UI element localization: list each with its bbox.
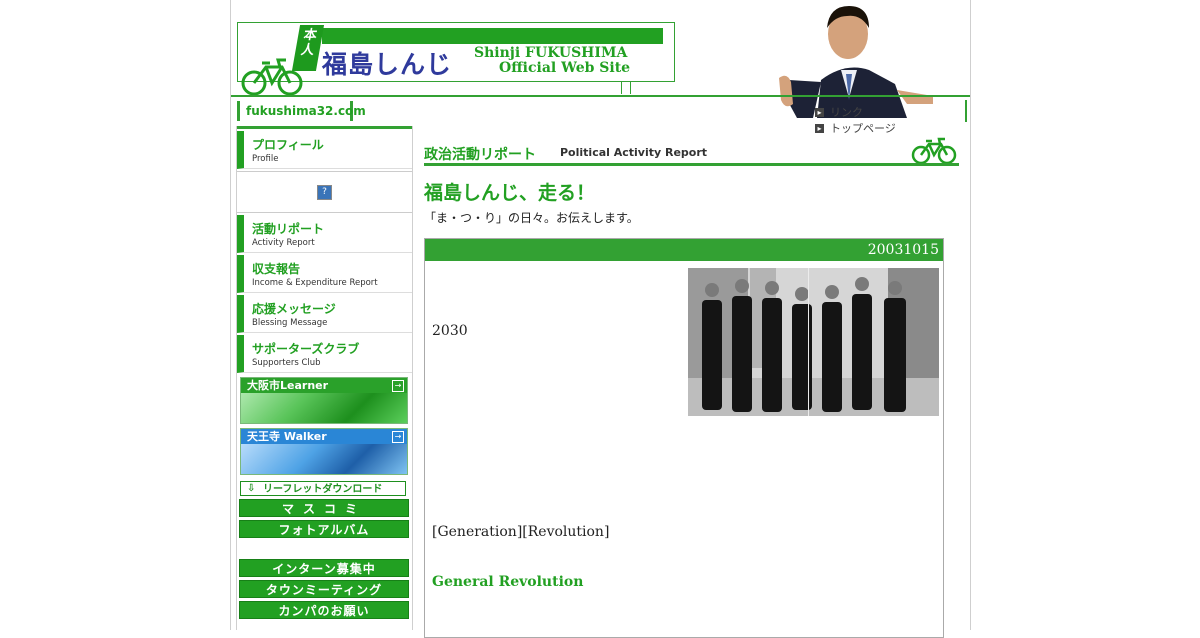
leaflet-download-button[interactable]: ⇩ リーフレットダウンロード	[240, 481, 406, 496]
town-meeting-button[interactable]: タウンミーティング	[239, 580, 409, 598]
download-icon: ⇩	[247, 483, 256, 494]
banner-label: 大阪市Learner	[241, 378, 407, 393]
report-subheading: General Revolution	[432, 574, 584, 590]
page-lead: 「ま・つ・り」の日々。お伝えします。	[424, 211, 639, 225]
intern-button[interactable]: インターン募集中	[239, 559, 409, 577]
banner-tennoji-walker[interactable]: 天王寺 Walker →	[240, 428, 408, 475]
sidebar-item-label: プロフィール	[252, 138, 324, 152]
sidebar: プロフィール Profile ? 活動リポート Activity Report …	[236, 126, 413, 630]
bicycle-icon	[241, 58, 303, 96]
sidebar-item-label: 活動リポート	[252, 222, 325, 236]
banner-osaka-learner[interactable]: 大阪市Learner →	[240, 377, 408, 424]
section-title-en: Political Activity Report	[560, 146, 708, 159]
page-title: 福島しんじ、走る！	[424, 182, 596, 204]
report-tags: [Generation][Revolution]	[432, 524, 610, 540]
arrow-right-icon: →	[392, 431, 404, 443]
sidebar-item-activity-report[interactable]: 活動リポート Activity Report	[237, 215, 412, 253]
bicycle-icon	[911, 137, 957, 165]
sidebar-item-sublabel: Profile	[252, 154, 279, 164]
report-date: 20031015	[425, 239, 943, 261]
report-entry: 20031015 2030 [Generation][Revolution] G…	[424, 238, 944, 638]
section-header: 政治活動リポート Political Activity Report	[424, 126, 964, 166]
sidebar-item-sublabel: Supporters Club	[252, 358, 321, 368]
sidebar-placeholder: ?	[237, 171, 412, 213]
sidebar-top-rule	[237, 126, 412, 129]
link-links[interactable]: ▸ リンク	[815, 104, 863, 120]
section-title-jp: 政治活動リポート	[424, 147, 536, 163]
sidebar-item-messages[interactable]: 応援メッセージ Blessing Message	[237, 295, 412, 333]
header-rule	[231, 95, 970, 97]
sidebar-item-sublabel: Income & Expenditure Report	[252, 278, 378, 288]
main-content: 政治活動リポート Political Activity Report 福島しんじ…	[424, 126, 964, 638]
arrow-right-icon: →	[392, 380, 404, 392]
sidebar-item-supporters-club[interactable]: サポーターズクラブ Supporters Club	[237, 335, 412, 373]
site-name-jp: 福島しんじ	[322, 50, 453, 79]
link-links-label: リンク	[830, 106, 863, 119]
domain-label: fukushima32.com	[237, 101, 366, 121]
donation-button[interactable]: カンパのお願い	[239, 601, 409, 619]
media-button[interactable]: マスコミ	[239, 499, 409, 517]
sidebar-item-sublabel: Activity Report	[252, 238, 315, 248]
sidebar-item-label: サポーターズクラブ	[252, 342, 360, 356]
page-container: 本人 福島しんじ Shinji FUKUSHIMA Official Web S…	[230, 0, 971, 638]
photo-album-button[interactable]: フォトアルバム	[239, 520, 409, 538]
report-text: 2030	[432, 323, 468, 339]
missing-image-icon[interactable]: ?	[317, 185, 332, 200]
candidate-portrait	[757, 0, 933, 118]
banner-label: 天王寺 Walker	[241, 429, 407, 444]
header-divider	[621, 82, 631, 94]
sidebar-item-sublabel: Blessing Message	[252, 318, 328, 328]
leaflet-download-label: リーフレットダウンロード	[263, 484, 383, 495]
sidebar-item-income-report[interactable]: 収支報告 Income & Expenditure Report	[237, 255, 412, 293]
header-right-bar	[965, 100, 967, 122]
group-photo	[688, 268, 939, 416]
section-rule	[424, 163, 959, 166]
arrow-box-icon: ▸	[815, 107, 824, 117]
site-name-en-sub: Official Web Site	[499, 60, 631, 76]
site-logo[interactable]: 本人 福島しんじ Shinji FUKUSHIMA Official Web S…	[237, 22, 675, 96]
logo-green-bar	[322, 28, 663, 44]
sidebar-item-label: 応援メッセージ	[252, 302, 336, 316]
site-name-en: Shinji FUKUSHIMA	[474, 45, 628, 61]
sidebar-item-profile[interactable]: プロフィール Profile	[237, 131, 412, 169]
sidebar-item-label: 収支報告	[252, 262, 301, 276]
